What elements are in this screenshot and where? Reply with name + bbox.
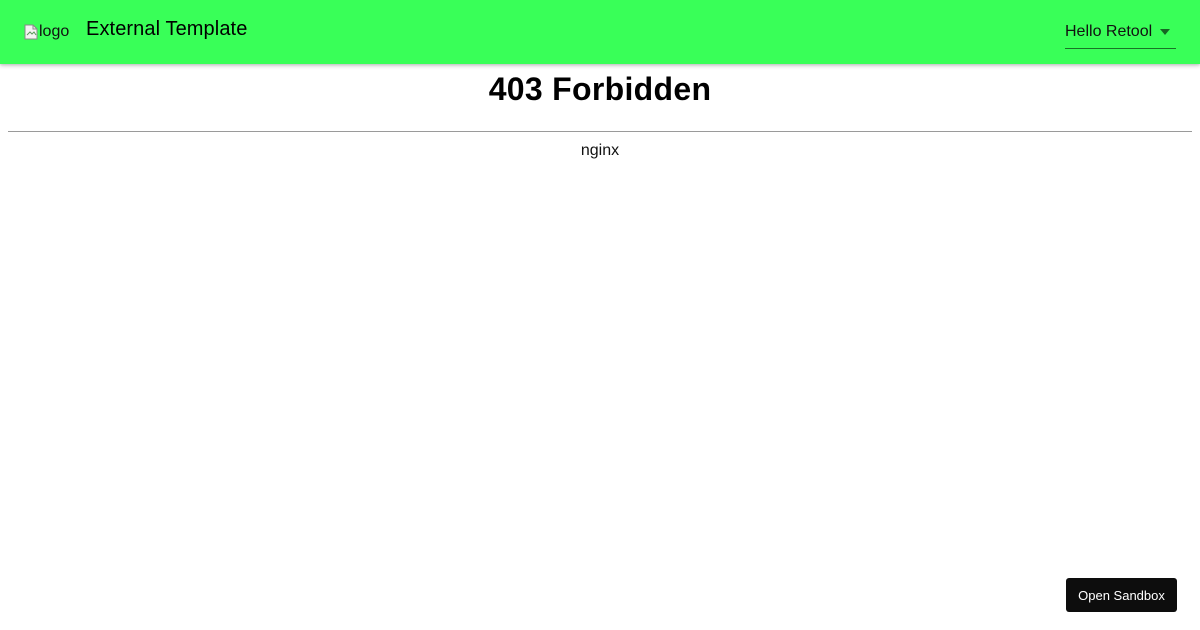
server-name: nginx [580, 142, 620, 159]
logo-image[interactable]: logo [24, 22, 69, 42]
error-title: 403 Forbidden [488, 71, 712, 107]
logo-alt-text: logo [39, 23, 70, 40]
chevron-down-icon [1160, 29, 1170, 35]
main-content: 403 Forbidden nginx [0, 64, 1200, 630]
app-title: External Template [86, 18, 248, 40]
open-sandbox-button[interactable]: Open Sandbox [1066, 578, 1177, 612]
divider [8, 131, 1192, 132]
app-header: logo External Template Hello Retool [0, 0, 1200, 64]
user-menu-label: Hello Retool [1065, 23, 1153, 40]
user-menu-dropdown[interactable]: Hello Retool [1065, 18, 1176, 49]
broken-image-icon [24, 24, 38, 40]
